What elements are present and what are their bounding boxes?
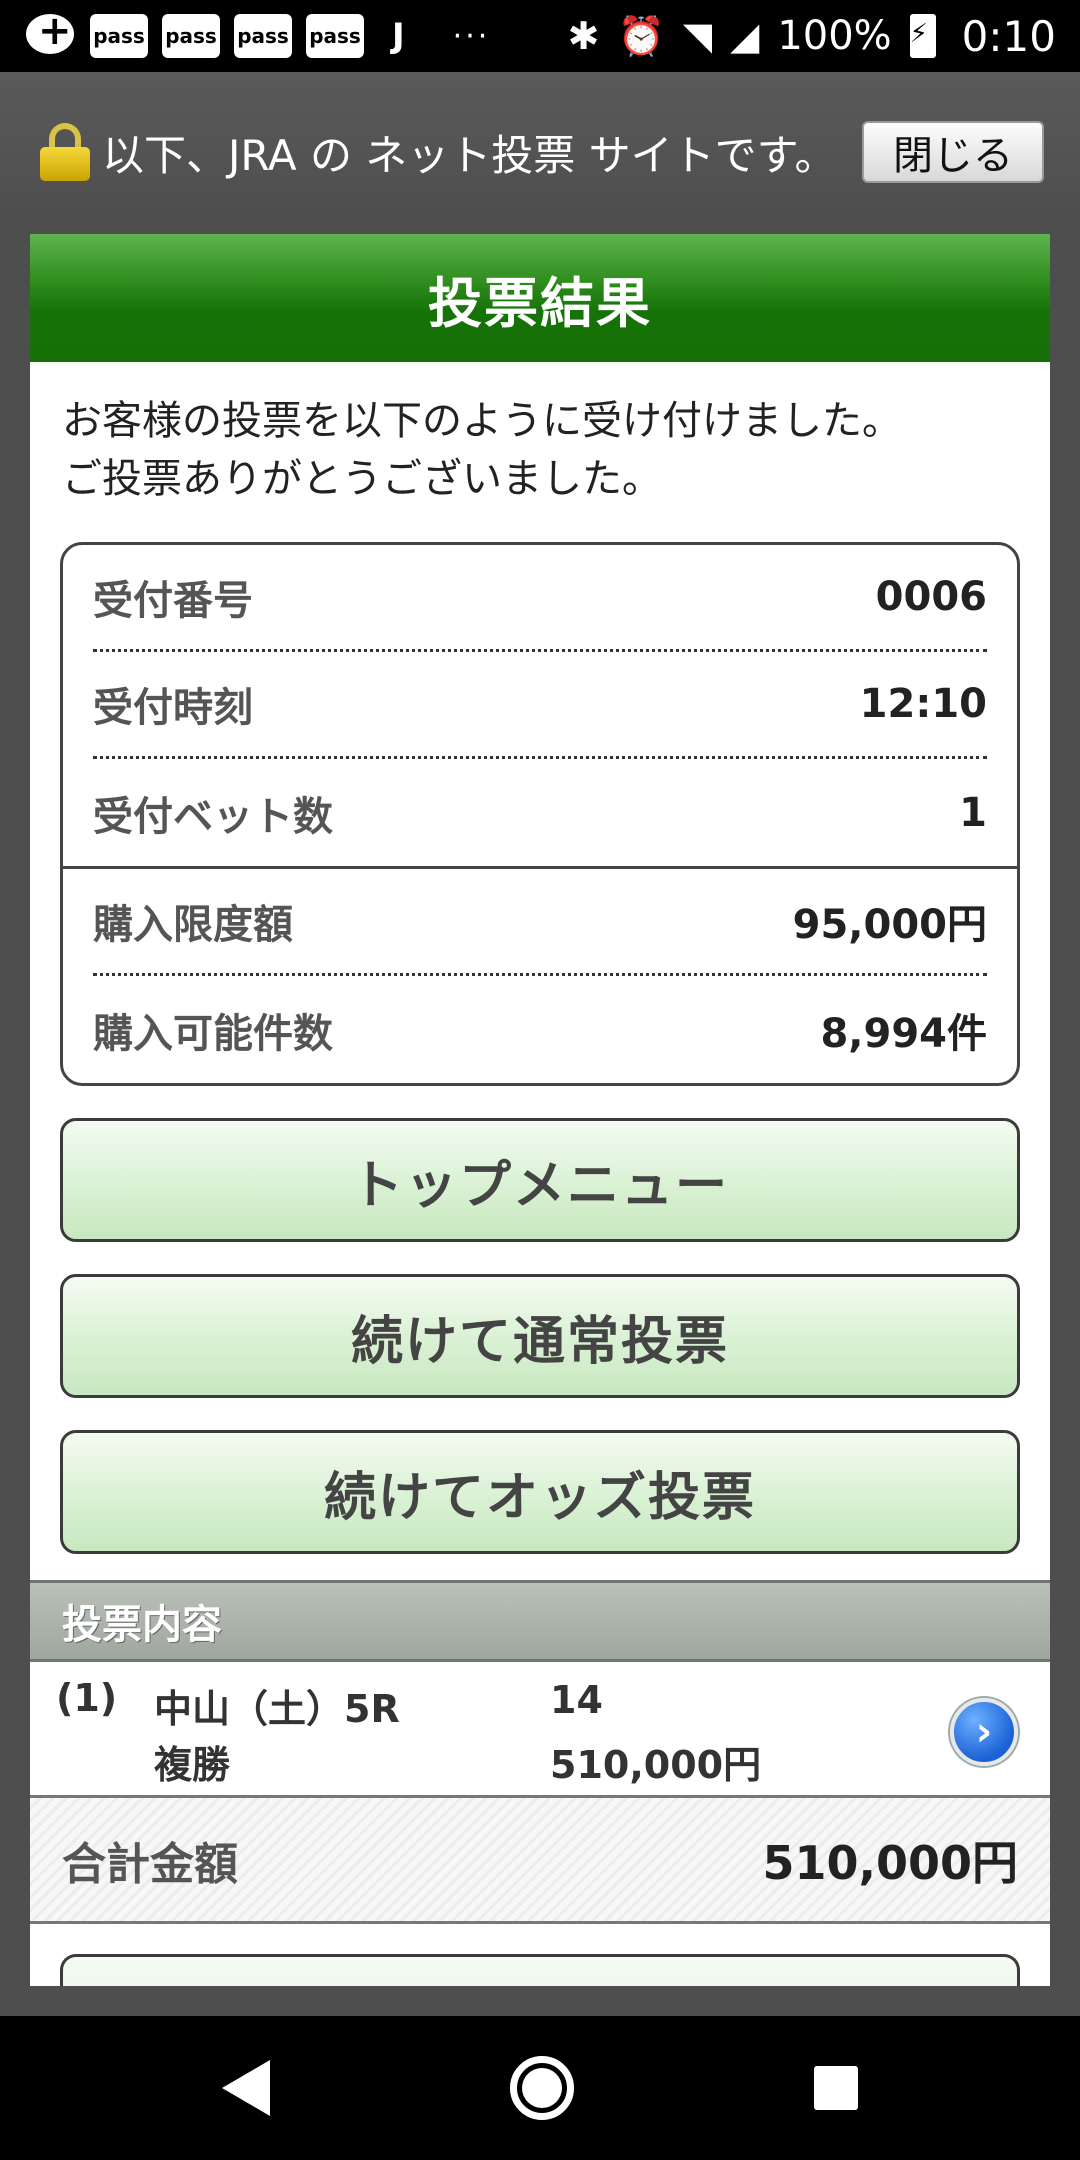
j-icon: J xyxy=(392,16,405,56)
info-value: 8,994件 xyxy=(820,1010,987,1057)
info-value: 95,000円 xyxy=(792,902,987,948)
page-title: 投票結果 xyxy=(30,234,1050,362)
top-menu-button[interactable]: トップメニュー xyxy=(60,1118,1020,1242)
status-clock: 0:10 xyxy=(961,11,1056,61)
bet-amount: 510,000円 xyxy=(550,1743,762,1787)
pass-icon: pass xyxy=(234,14,292,58)
receipt-info-box: 受付番号 0006 受付時刻 12:10 受付ベット数 1 購入限度額 95,0… xyxy=(60,542,1020,1086)
info-label: 受付ベット数 xyxy=(93,793,333,840)
info-row-available-count: 購入可能件数 8,994件 xyxy=(93,976,987,1083)
pass-icon: pass xyxy=(306,14,364,58)
navigation-bar xyxy=(0,2016,1080,2160)
intro-message: お客様の投票を以下のように受け付けました。 ご投票ありがとうございました。 xyxy=(30,362,1050,508)
recent-apps-icon[interactable] xyxy=(814,2066,858,2110)
info-row-receipt-time: 受付時刻 12:10 xyxy=(93,652,987,759)
pass-icon: pass xyxy=(90,14,148,58)
total-label: 合計金額 xyxy=(62,1838,238,1890)
bet-type: 複勝 xyxy=(154,1743,231,1787)
info-label: 受付番号 xyxy=(93,578,253,624)
back-icon[interactable] xyxy=(222,2060,270,2116)
info-row-receipt-number: 受付番号 0006 xyxy=(93,545,987,652)
battery-charging-icon xyxy=(909,14,936,58)
result-panel: 投票結果 お客様の投票を以下のように受け付けました。 ご投票ありがとうございまし… xyxy=(30,234,1050,1986)
pass-icon: pass xyxy=(162,14,220,58)
bet-index: (1) xyxy=(56,1676,118,1720)
intro-line-2: ご投票ありがとうございました。 xyxy=(62,456,662,502)
site-notice-text: 以下、JRA の ネット投票 サイトです。 xyxy=(102,130,837,180)
continue-odds-vote-button[interactable]: 続けてオッズ投票 xyxy=(60,1430,1020,1554)
intro-line-1: お客様の投票を以下のように受け付けました。 xyxy=(62,398,902,444)
lock-icon xyxy=(40,123,90,181)
battery-percent: 100% xyxy=(777,13,892,59)
wifi-icon: ◥ xyxy=(682,14,713,58)
total-value: 510,000円 xyxy=(762,1835,1018,1890)
bet-horse-number: 14 xyxy=(550,1678,603,1722)
bluetooth-icon: ✱ xyxy=(567,14,600,58)
bet-content-header: 投票内容 xyxy=(30,1580,1050,1662)
info-row-bet-count: 受付ベット数 1 xyxy=(93,759,987,866)
chat-plus-icon: + xyxy=(24,8,76,60)
partial-button[interactable] xyxy=(60,1954,1020,1986)
signal-icon: ◢ xyxy=(730,14,760,58)
site-notice-bar: 以下、JRA の ネット投票 サイトです。 閉じる xyxy=(0,72,1080,232)
info-label: 受付時刻 xyxy=(93,685,253,731)
info-value: 0006 xyxy=(875,574,987,620)
info-row-purchase-limit: 購入限度額 95,000円 xyxy=(93,869,987,976)
info-label: 購入可能件数 xyxy=(93,1010,333,1057)
home-icon[interactable] xyxy=(510,2056,574,2120)
close-button[interactable]: 閉じる xyxy=(862,121,1044,183)
info-label: 購入限度額 xyxy=(93,902,293,948)
chevron-right-icon[interactable]: › xyxy=(950,1698,1018,1766)
info-value: 1 xyxy=(959,789,987,836)
more-notifications-icon: ··· xyxy=(452,18,491,54)
bet-list-item[interactable]: (1) 中山（土）5R 複勝 14 510,000円 › xyxy=(30,1662,1050,1798)
continue-normal-vote-button[interactable]: 続けて通常投票 xyxy=(60,1274,1020,1398)
bet-race: 中山（土）5R xyxy=(154,1687,400,1731)
status-bar: + pass pass pass pass J ··· ✱ ⏰ ◥ ◢ 100%… xyxy=(0,0,1080,72)
info-value: 12:10 xyxy=(859,681,987,727)
total-amount-row: 合計金額 510,000円 xyxy=(30,1798,1050,1924)
alarm-icon: ⏰ xyxy=(617,13,665,58)
